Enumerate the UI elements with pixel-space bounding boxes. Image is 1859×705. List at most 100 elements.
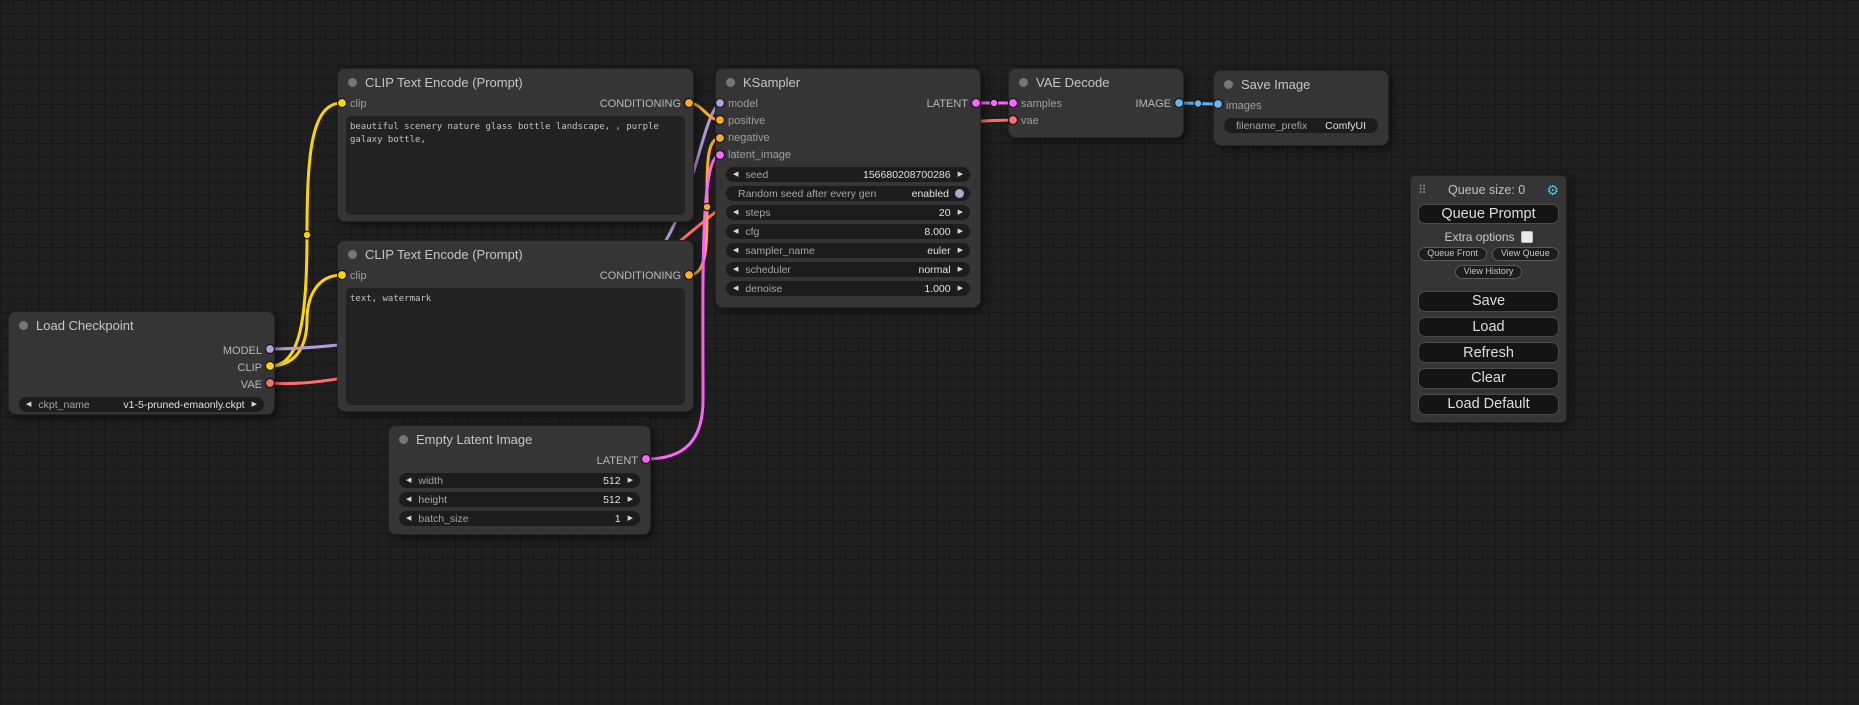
prev-value-arrow-icon[interactable]: ◀ <box>733 171 738 178</box>
cfg-widget[interactable]: ◀ cfg 8.000 ▶ <box>726 224 970 239</box>
node-header[interactable]: KSampler <box>716 69 980 95</box>
view-history-button[interactable]: View History <box>1455 265 1523 279</box>
prev-value-arrow-icon[interactable]: ◀ <box>733 228 738 235</box>
prev-value-arrow-icon[interactable]: ◀ <box>733 209 738 216</box>
prev-value-arrow-icon[interactable]: ◀ <box>733 285 738 292</box>
queue-prompt-button[interactable]: Queue Prompt <box>1418 204 1559 225</box>
node-header[interactable]: Empty Latent Image <box>389 426 650 452</box>
node-header[interactable]: Load Checkpoint <box>9 312 274 338</box>
next-value-arrow-icon[interactable]: ▶ <box>958 209 963 216</box>
input-label-latent-image: latent_image <box>728 149 791 161</box>
prev-value-arrow-icon[interactable]: ◀ <box>406 515 411 522</box>
collapse-dot-icon[interactable] <box>1019 78 1028 87</box>
widget-value: 1 <box>615 513 621 525</box>
node-clip-text-encode-positive[interactable]: CLIP Text Encode (Prompt) clip CONDITION… <box>337 68 694 222</box>
node-clip-text-encode-negative[interactable]: CLIP Text Encode (Prompt) clip CONDITION… <box>337 240 694 412</box>
menu-spacer <box>1418 281 1559 288</box>
node-title: CLIP Text Encode (Prompt) <box>365 247 523 262</box>
load-default-button[interactable]: Load Default <box>1418 394 1559 415</box>
prompt-textarea[interactable]: beautiful scenery nature glass bottle la… <box>346 116 685 215</box>
collapse-dot-icon[interactable] <box>726 78 735 87</box>
view-queue-button[interactable]: View Queue <box>1492 247 1559 261</box>
widget-value: enabled <box>912 188 949 200</box>
input-label-samples: samples <box>1021 98 1062 110</box>
widget-label: denoise <box>745 283 782 295</box>
widget-label: height <box>418 494 447 506</box>
prev-value-arrow-icon[interactable]: ◀ <box>406 496 411 503</box>
extra-options-label: Extra options <box>1444 230 1514 244</box>
output-label-conditioning: CONDITIONING <box>600 270 681 282</box>
input-label-clip: clip <box>350 270 367 282</box>
widget-value: normal <box>919 264 951 276</box>
input-label-clip: clip <box>350 98 367 110</box>
prev-value-arrow-icon[interactable]: ◀ <box>733 266 738 273</box>
collapse-dot-icon[interactable] <box>399 435 408 444</box>
node-ksampler[interactable]: KSampler model LATENT positive negative … <box>715 68 981 308</box>
prev-value-arrow-icon[interactable]: ◀ <box>733 247 738 254</box>
node-header[interactable]: VAE Decode <box>1009 69 1183 95</box>
queue-front-button[interactable]: Queue Front <box>1418 247 1487 261</box>
output-label-conditioning: CONDITIONING <box>600 98 681 110</box>
node-empty-latent-image[interactable]: Empty Latent Image LATENT ◀ width 512 ▶ … <box>388 425 651 535</box>
scheduler-widget[interactable]: ◀ scheduler normal ▶ <box>726 262 970 277</box>
node-header[interactable]: Save Image <box>1214 71 1388 97</box>
node-title: KSampler <box>743 75 800 90</box>
widget-label: Random seed after every gen <box>738 188 876 200</box>
clear-button[interactable]: Clear <box>1418 368 1559 389</box>
steps-widget[interactable]: ◀ steps 20 ▶ <box>726 205 970 220</box>
output-label-latent: LATENT <box>927 98 968 110</box>
filename-prefix-widget[interactable]: filename_prefix ComfyUI <box>1224 118 1378 133</box>
node-load-checkpoint[interactable]: Load Checkpoint MODEL CLIP VAE ◀ ckpt_na… <box>8 311 275 415</box>
collapse-dot-icon[interactable] <box>1224 80 1233 89</box>
drag-handle-icon[interactable]: ⠿ <box>1418 183 1427 197</box>
collapse-dot-icon[interactable] <box>19 321 28 330</box>
widget-label: width <box>418 475 443 487</box>
widget-label: sampler_name <box>745 245 814 257</box>
extra-options-checkbox[interactable] <box>1521 231 1533 243</box>
output-label-vae: VAE <box>241 379 262 391</box>
toggle-dot-icon[interactable] <box>955 189 964 198</box>
output-label-latent: LATENT <box>597 455 638 467</box>
next-value-arrow-icon[interactable]: ▶ <box>958 171 963 178</box>
save-button[interactable]: Save <box>1418 291 1559 312</box>
node-header[interactable]: CLIP Text Encode (Prompt) <box>338 69 693 95</box>
collapse-dot-icon[interactable] <box>348 78 357 87</box>
prev-value-arrow-icon[interactable]: ◀ <box>26 401 31 408</box>
next-value-arrow-icon[interactable]: ▶ <box>252 401 257 408</box>
widget-value: 512 <box>603 494 621 506</box>
prev-value-arrow-icon[interactable]: ◀ <box>406 477 411 484</box>
sampler-name-widget[interactable]: ◀ sampler_name euler ▶ <box>726 243 970 258</box>
next-value-arrow-icon[interactable]: ▶ <box>628 477 633 484</box>
load-button[interactable]: Load <box>1418 317 1559 338</box>
collapse-dot-icon[interactable] <box>348 250 357 259</box>
width-widget[interactable]: ◀ width 512 ▶ <box>399 473 640 488</box>
prompt-textarea[interactable]: text, watermark <box>346 288 685 405</box>
node-save-image[interactable]: Save Image images filename_prefix ComfyU… <box>1213 70 1389 146</box>
denoise-widget[interactable]: ◀ denoise 1.000 ▶ <box>726 281 970 296</box>
next-value-arrow-icon[interactable]: ▶ <box>958 285 963 292</box>
widget-label: steps <box>745 207 770 219</box>
output-label-image: IMAGE <box>1136 98 1171 110</box>
comfy-menu-panel[interactable]: ⠿ Queue size: 0 ⚙ Queue Prompt Extra opt… <box>1410 175 1567 423</box>
node-header[interactable]: CLIP Text Encode (Prompt) <box>338 241 693 267</box>
next-value-arrow-icon[interactable]: ▶ <box>958 266 963 273</box>
refresh-button[interactable]: Refresh <box>1418 342 1559 363</box>
widget-value: 1.000 <box>924 283 950 295</box>
node-vae-decode[interactable]: VAE Decode samples IMAGE vae <box>1008 68 1184 138</box>
height-widget[interactable]: ◀ height 512 ▶ <box>399 492 640 507</box>
next-value-arrow-icon[interactable]: ▶ <box>628 496 633 503</box>
seed-widget[interactable]: ◀ seed 156680208700286 ▶ <box>726 167 970 182</box>
next-value-arrow-icon[interactable]: ▶ <box>958 228 963 235</box>
output-label-clip: CLIP <box>238 362 262 374</box>
settings-gear-icon[interactable]: ⚙ <box>1546 182 1559 199</box>
seed-control-widget[interactable]: Random seed after every gen enabled <box>726 186 970 201</box>
seed-toggle-icon[interactable] <box>954 188 965 199</box>
batch-size-widget[interactable]: ◀ batch_size 1 ▶ <box>399 511 640 526</box>
next-value-arrow-icon[interactable]: ▶ <box>628 515 633 522</box>
graph-canvas[interactable]: Load Checkpoint MODEL CLIP VAE ◀ ckpt_na… <box>0 0 1859 705</box>
next-value-arrow-icon[interactable]: ▶ <box>958 247 963 254</box>
input-label-vae: vae <box>1021 115 1039 127</box>
input-label-images: images <box>1226 100 1261 112</box>
widget-label: ckpt_name <box>38 399 89 411</box>
ckpt-name-widget[interactable]: ◀ ckpt_name v1-5-pruned-emaonly.ckpt ▶ <box>19 397 264 412</box>
